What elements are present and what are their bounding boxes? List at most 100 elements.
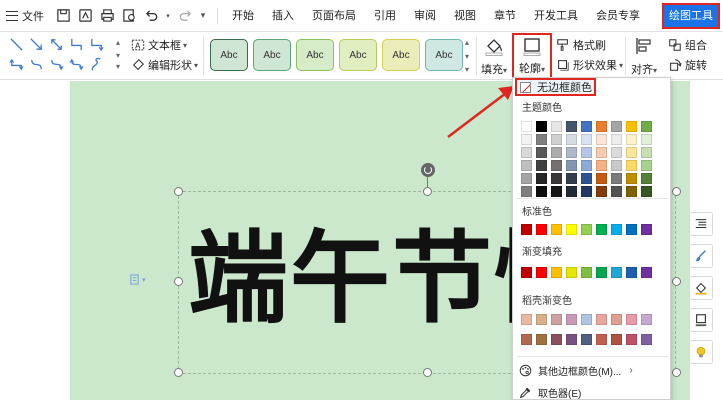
outline-color-icon[interactable] bbox=[689, 308, 713, 332]
shell-gradient-swatch[interactable] bbox=[641, 314, 652, 325]
layout-options-icon[interactable] bbox=[689, 212, 713, 236]
gradient-color-swatch[interactable] bbox=[626, 267, 637, 278]
theme-color-swatch[interactable] bbox=[596, 173, 607, 184]
brush-icon[interactable] bbox=[689, 244, 713, 268]
theme-color-swatch[interactable] bbox=[566, 121, 577, 132]
anchor-icon[interactable]: ▾ bbox=[129, 274, 146, 285]
save-icon[interactable] bbox=[54, 7, 72, 25]
theme-color-swatch[interactable] bbox=[536, 134, 547, 145]
scroll-up-icon[interactable]: ▴ bbox=[465, 38, 469, 47]
curved-arrow-icon[interactable] bbox=[46, 54, 66, 74]
theme-color-swatch[interactable] bbox=[611, 121, 622, 132]
curved-connector-icon[interactable] bbox=[26, 54, 46, 74]
shape-style-3[interactable]: Abc bbox=[296, 39, 334, 71]
file-menu[interactable]: 文件 bbox=[0, 0, 50, 32]
theme-color-swatch[interactable] bbox=[521, 121, 532, 132]
elbow-double-arrow-icon[interactable] bbox=[6, 54, 26, 74]
double-arrow-line-icon[interactable] bbox=[46, 34, 66, 54]
theme-color-swatch[interactable] bbox=[641, 121, 652, 132]
shell-gradient-swatch[interactable] bbox=[536, 334, 547, 345]
fill-button[interactable]: 填充▾ bbox=[481, 35, 507, 77]
elbow-arrow-icon[interactable] bbox=[86, 34, 106, 54]
rotate-button[interactable]: 旋转 bbox=[668, 57, 707, 73]
print-icon[interactable] bbox=[98, 7, 116, 25]
theme-color-swatch[interactable] bbox=[641, 186, 652, 197]
resize-handle[interactable] bbox=[174, 187, 183, 196]
more-chevron-icon[interactable]: ▾ bbox=[198, 7, 208, 25]
theme-color-swatch[interactable] bbox=[551, 173, 562, 184]
gradient-color-swatch[interactable] bbox=[521, 267, 532, 278]
theme-color-swatch[interactable] bbox=[596, 186, 607, 197]
resize-handle[interactable] bbox=[423, 368, 432, 377]
theme-color-swatch[interactable] bbox=[536, 186, 547, 197]
shell-gradient-swatch[interactable] bbox=[581, 334, 592, 345]
tab-references[interactable]: 引用 bbox=[365, 0, 405, 32]
shell-gradient-swatch[interactable] bbox=[551, 314, 562, 325]
theme-color-swatch[interactable] bbox=[596, 121, 607, 132]
tab-section[interactable]: 章节 bbox=[485, 0, 525, 32]
undo-icon[interactable] bbox=[142, 7, 160, 25]
export-pdf-icon[interactable] bbox=[76, 7, 94, 25]
shell-gradient-swatch[interactable] bbox=[536, 314, 547, 325]
theme-color-swatch[interactable] bbox=[536, 160, 547, 171]
theme-color-swatch[interactable] bbox=[581, 186, 592, 197]
shell-gradient-swatch[interactable] bbox=[566, 334, 577, 345]
gradient-color-swatch[interactable] bbox=[536, 267, 547, 278]
line-icon[interactable] bbox=[6, 34, 26, 54]
theme-color-swatch[interactable] bbox=[551, 134, 562, 145]
shape-style-6[interactable]: Abc bbox=[425, 39, 463, 71]
theme-color-swatch[interactable] bbox=[611, 186, 622, 197]
theme-color-swatch[interactable] bbox=[551, 121, 562, 132]
standard-color-swatch[interactable] bbox=[596, 224, 607, 235]
tab-home[interactable]: 开始 bbox=[223, 0, 263, 32]
theme-color-swatch[interactable] bbox=[521, 173, 532, 184]
theme-color-swatch[interactable] bbox=[566, 147, 577, 158]
theme-color-swatch[interactable] bbox=[581, 160, 592, 171]
theme-color-swatch[interactable] bbox=[641, 147, 652, 158]
theme-color-swatch[interactable] bbox=[581, 121, 592, 132]
gallery-scroll-down-icon[interactable]: ▾ bbox=[116, 51, 120, 60]
theme-color-swatch[interactable] bbox=[626, 121, 637, 132]
theme-color-swatch[interactable] bbox=[626, 147, 637, 158]
resize-handle[interactable] bbox=[174, 368, 183, 377]
curved-double-arrow-icon[interactable] bbox=[66, 54, 86, 74]
format-brush-button[interactable]: 格式刷 bbox=[556, 37, 606, 53]
resize-handle[interactable] bbox=[672, 277, 681, 286]
shell-gradient-swatch[interactable] bbox=[611, 314, 622, 325]
standard-color-swatch[interactable] bbox=[611, 224, 622, 235]
shell-gradient-swatch[interactable] bbox=[626, 334, 637, 345]
theme-color-swatch[interactable] bbox=[521, 147, 532, 158]
theme-color-swatch[interactable] bbox=[611, 147, 622, 158]
elbow-connector-icon[interactable] bbox=[66, 34, 86, 54]
gradient-color-swatch[interactable] bbox=[596, 267, 607, 278]
resize-handle[interactable] bbox=[672, 187, 681, 196]
shell-gradient-swatch[interactable] bbox=[521, 334, 532, 345]
standard-color-swatch[interactable] bbox=[581, 224, 592, 235]
rotate-handle-icon[interactable] bbox=[421, 163, 435, 177]
gradient-color-swatch[interactable] bbox=[581, 267, 592, 278]
shape-style-1[interactable]: Abc bbox=[210, 39, 248, 71]
theme-color-swatch[interactable] bbox=[641, 173, 652, 184]
gallery-expand-icon[interactable]: ▾ bbox=[116, 62, 120, 71]
tab-page-layout[interactable]: 页面布局 bbox=[303, 0, 365, 32]
theme-color-swatch[interactable] bbox=[551, 186, 562, 197]
edit-shape-button[interactable]: 编辑形状 ▾ bbox=[131, 57, 198, 73]
style-gallery-scroll[interactable]: ▴ ▾ ▾ bbox=[462, 38, 472, 74]
shape-style-5[interactable]: Abc bbox=[382, 39, 420, 71]
theme-color-swatch[interactable] bbox=[596, 160, 607, 171]
theme-color-swatch[interactable] bbox=[581, 134, 592, 145]
gradient-color-swatch[interactable] bbox=[641, 267, 652, 278]
theme-color-swatch[interactable] bbox=[566, 160, 577, 171]
outline-button[interactable]: 轮廓▾ bbox=[512, 33, 552, 79]
shape-effect-button[interactable]: 形状效果 ▾ bbox=[556, 57, 623, 73]
shell-gradient-swatch[interactable] bbox=[521, 314, 532, 325]
tab-view[interactable]: 视图 bbox=[445, 0, 485, 32]
gradient-color-swatch[interactable] bbox=[566, 267, 577, 278]
shell-gradient-swatch[interactable] bbox=[596, 314, 607, 325]
standard-color-swatch[interactable] bbox=[521, 224, 532, 235]
shell-gradient-swatch[interactable] bbox=[641, 334, 652, 345]
theme-color-swatch[interactable] bbox=[521, 186, 532, 197]
theme-color-swatch[interactable] bbox=[581, 173, 592, 184]
print-preview-icon[interactable] bbox=[120, 7, 138, 25]
theme-color-swatch[interactable] bbox=[611, 134, 622, 145]
